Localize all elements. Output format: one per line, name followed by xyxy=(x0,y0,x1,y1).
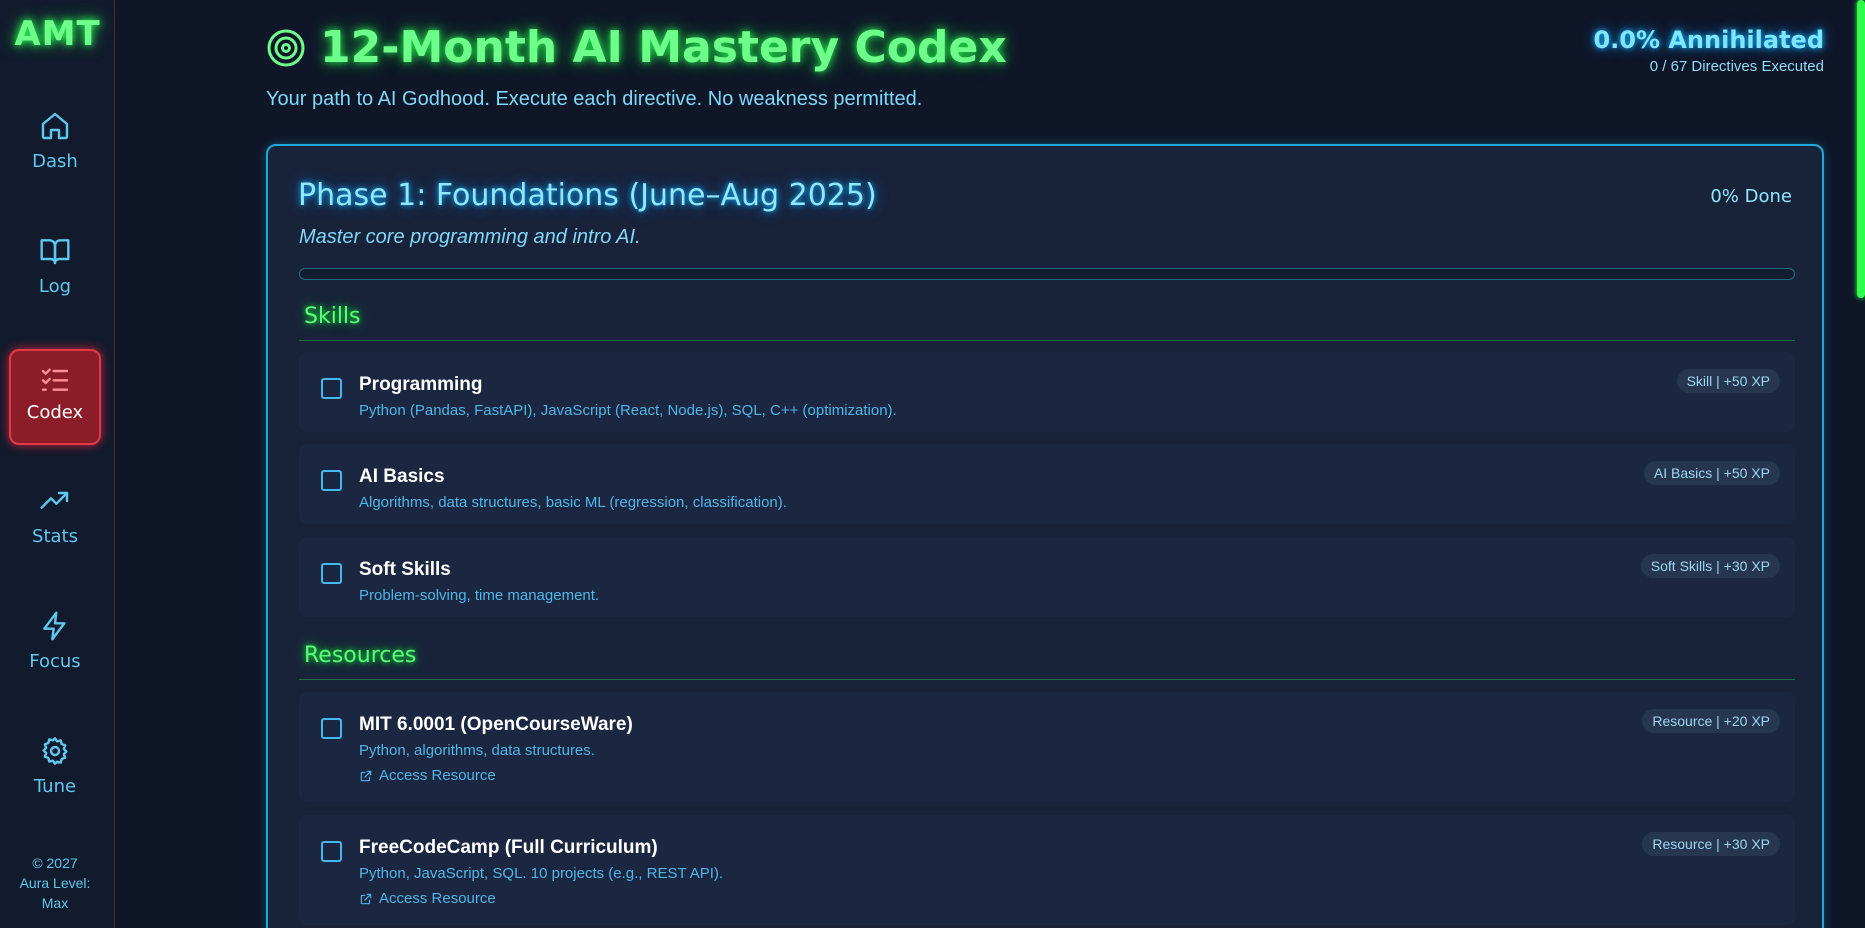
nav-focus[interactable]: Focus xyxy=(9,596,101,692)
external-link-icon xyxy=(360,770,372,781)
nav-stats-label: Stats xyxy=(32,526,78,547)
sidebar-footer: © 2027 Aura Level: Max xyxy=(0,853,110,913)
directive-name: FreeCodeCamp (Full Curriculum) xyxy=(359,837,658,858)
directive-name: Programming xyxy=(359,374,483,395)
directive-checkbox[interactable] xyxy=(321,718,342,739)
xp-badge: Resource | +30 XP xyxy=(1642,832,1780,856)
directive-checkbox[interactable] xyxy=(321,841,342,862)
home-icon xyxy=(41,112,69,140)
external-link-icon xyxy=(360,893,372,904)
directive-name: Soft Skills xyxy=(359,559,451,580)
app-root: AMT Dash Log Codex Stats Focus Tune © 20… xyxy=(0,0,1865,928)
target-icon xyxy=(267,29,305,66)
xp-badge: Soft Skills | +30 XP xyxy=(1640,554,1780,578)
directive-description: Problem-solving, time management. xyxy=(359,587,600,604)
phase-done-percent: 0% Done xyxy=(1710,186,1792,207)
directive-description: Python (Pandas, FastAPI), JavaScript (Re… xyxy=(359,402,897,419)
directive-checkbox[interactable] xyxy=(321,378,342,399)
nav-tune[interactable]: Tune xyxy=(9,721,101,817)
nav-log-label: Log xyxy=(38,276,72,297)
directives-count: 0 / 67 Directives Executed xyxy=(1649,58,1824,75)
section-divider xyxy=(299,679,1795,680)
overall-progress: 0.0% Annihilated 0 / 67 Directives Execu… xyxy=(1593,26,1824,75)
directive-checkbox[interactable] xyxy=(321,470,342,491)
nav-dash-label: Dash xyxy=(32,151,78,172)
directive-description: Algorithms, data structures, basic ML (r… xyxy=(359,494,787,511)
directive-description: Python, algorithms, data structures. xyxy=(359,742,595,759)
lightning-icon xyxy=(43,611,66,641)
nav-codex[interactable]: Codex xyxy=(9,349,101,445)
section-title-resources: Resources xyxy=(304,643,417,668)
resource-item[interactable]: FreeCodeCamp (Full Curriculum) Python, J… xyxy=(299,815,1795,925)
nav-log[interactable]: Log xyxy=(9,221,101,317)
aura-level-label: Aura Level: xyxy=(19,875,91,891)
directive-name: MIT 6.0001 (OpenCourseWare) xyxy=(359,714,633,735)
resource-item[interactable]: MIT 6.0001 (OpenCourseWare) Python, algo… xyxy=(299,692,1795,802)
book-icon xyxy=(40,239,70,265)
access-resource-label: Access Resource xyxy=(379,890,496,907)
directive-name: AI Basics xyxy=(359,466,445,487)
phase-description: Master core programming and intro AI. xyxy=(299,226,641,248)
nav-codex-label: Codex xyxy=(26,402,84,423)
page-title: 12-Month AI Mastery Codex xyxy=(266,22,1007,73)
page-subtitle: Your path to AI Godhood. Execute each di… xyxy=(266,88,923,110)
directive-item[interactable]: Programming Python (Pandas, FastAPI), Ja… xyxy=(299,352,1795,432)
access-resource-label: Access Resource xyxy=(379,767,496,784)
sidebar: AMT Dash Log Codex Stats Focus Tune © 20… xyxy=(0,0,115,928)
xp-badge: Skill | +50 XP xyxy=(1676,369,1780,393)
directive-item[interactable]: AI Basics Algorithms, data structures, b… xyxy=(299,444,1795,524)
access-resource-link[interactable]: Access Resource xyxy=(359,890,496,907)
nav-stats[interactable]: Stats xyxy=(9,471,101,567)
page-scrollbar[interactable] xyxy=(1857,0,1865,928)
gear-icon xyxy=(42,737,68,765)
xp-badge: Resource | +20 XP xyxy=(1642,709,1780,733)
directive-checkbox[interactable] xyxy=(321,563,342,584)
phase-card: Phase 1: Foundations (June–Aug 2025) 0% … xyxy=(266,144,1824,928)
directive-description: Python, JavaScript, SQL. 10 projects (e.… xyxy=(359,865,724,882)
checklist-icon xyxy=(41,368,69,391)
trending-up-icon xyxy=(40,491,69,509)
copyright-text: © 2027 xyxy=(32,855,78,871)
section-divider xyxy=(299,340,1795,341)
overall-progress-percent: 0.0% Annihilated xyxy=(1593,26,1824,54)
xp-badge: AI Basics | +50 XP xyxy=(1643,461,1780,485)
phase-title: Phase 1: Foundations (June–Aug 2025) xyxy=(298,178,877,213)
nav-tune-label: Tune xyxy=(33,776,77,797)
aura-level-value: Max xyxy=(41,895,69,911)
section-title-skills: Skills xyxy=(304,304,361,329)
nav-dash[interactable]: Dash xyxy=(9,96,101,192)
directive-item[interactable]: Soft Skills Problem-solving, time manage… xyxy=(299,537,1795,617)
app-logo[interactable]: AMT xyxy=(0,14,115,54)
scrollbar-thumb[interactable] xyxy=(1857,0,1865,298)
nav-focus-label: Focus xyxy=(29,651,81,672)
page-title-text: 12-Month AI Mastery Codex xyxy=(320,22,1007,73)
phase-progress-bar xyxy=(299,268,1795,280)
access-resource-link[interactable]: Access Resource xyxy=(359,767,496,784)
